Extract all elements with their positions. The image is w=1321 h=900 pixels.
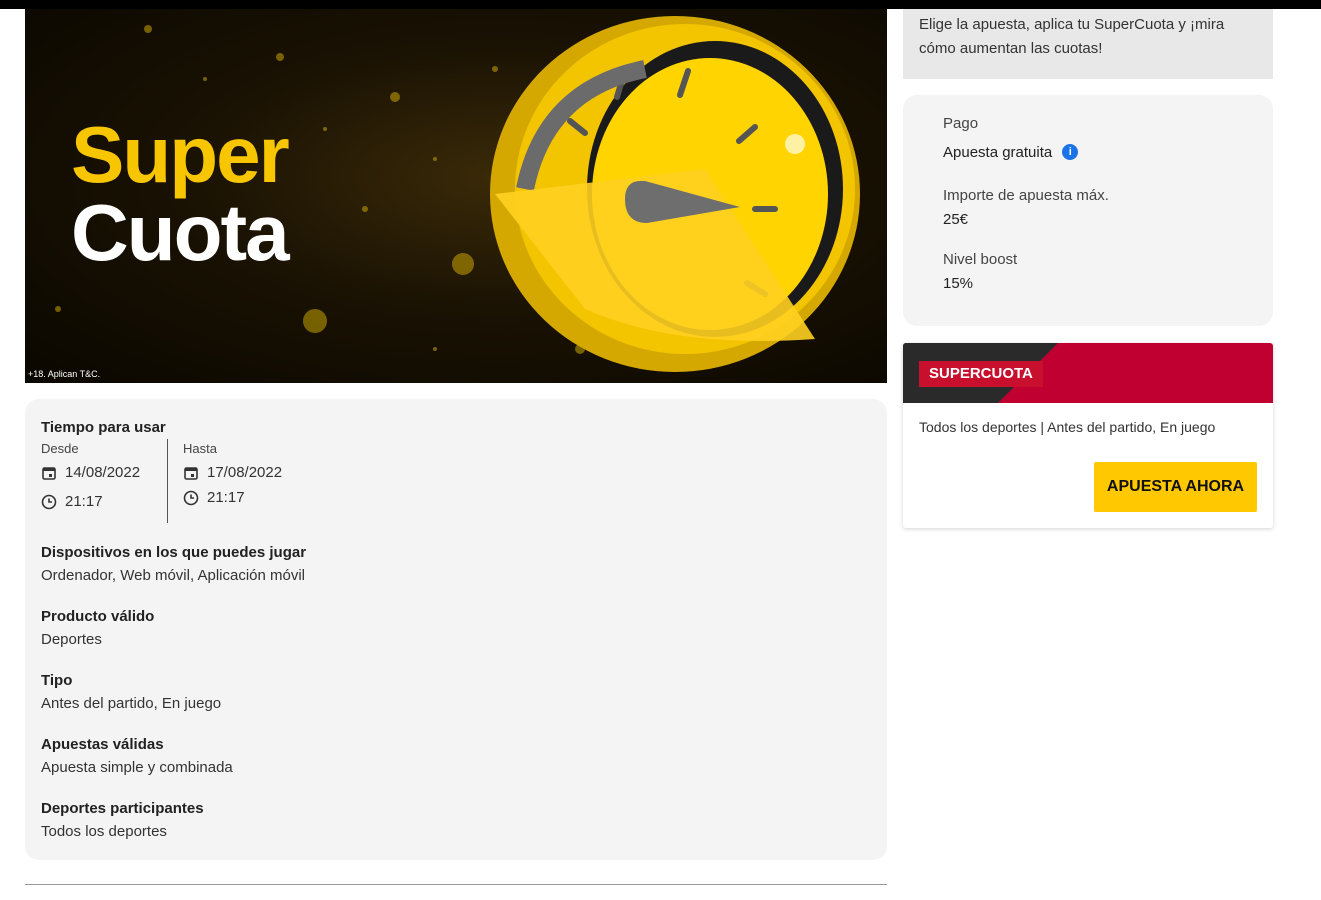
- from-date-row: 14/08/2022: [41, 464, 140, 481]
- type-section: Tipo Antes del partido, En juego: [41, 672, 221, 712]
- sports-value: Todos los deportes: [41, 823, 167, 840]
- payment-value: Apuesta gratuita: [943, 144, 1053, 161]
- product-section: Producto válido Deportes: [41, 608, 154, 648]
- bet-now-button[interactable]: APUESTA AHORA: [1094, 462, 1257, 512]
- hero-banner: Super Cuota +18. Aplican T&C.: [25, 9, 887, 383]
- from-label: Desde: [41, 441, 79, 456]
- from-time: 21:17: [65, 493, 103, 510]
- payment-label: Pago: [943, 115, 979, 132]
- to-time: 21:17: [207, 489, 245, 506]
- promo-tag: SUPERCUOTA: [919, 361, 1043, 387]
- valid-bets-label: Apuestas válidas: [41, 736, 164, 753]
- calendar-icon: [41, 465, 57, 481]
- info-icon[interactable]: i: [1062, 144, 1079, 160]
- type-label: Tipo: [41, 672, 73, 689]
- to-date-row: 17/08/2022: [183, 464, 282, 481]
- column-divider: [167, 439, 168, 523]
- type-value: Antes del partido, En juego: [41, 695, 222, 712]
- max-stake-label: Importe de apuesta máx.: [943, 187, 1109, 204]
- to-time-row: 21:17: [183, 489, 282, 506]
- bottom-divider: [25, 884, 887, 885]
- top-bar: [0, 0, 1321, 9]
- payment-row: Apuesta gratuita i: [943, 144, 1079, 161]
- product-label: Producto válido: [41, 608, 155, 625]
- from-time-row: 21:17: [41, 493, 140, 510]
- to-date: 17/08/2022: [207, 464, 283, 481]
- instruction-note: Elige la apuesta, aplica tu SuperCuota y…: [903, 9, 1273, 79]
- max-stake-value: 25€: [943, 211, 969, 228]
- valid-bets-section: Apuestas válidas Apuesta simple y combin…: [41, 736, 233, 776]
- devices-label: Dispositivos en los que puedes jugar: [41, 544, 307, 561]
- devices-section: Dispositivos en los que puedes jugar Ord…: [41, 544, 306, 584]
- promo-description: Todos los deportes | Antes del partido, …: [919, 419, 1216, 435]
- hero-title-cuota: Cuota: [71, 188, 290, 277]
- clock-icon: [183, 490, 199, 506]
- hero-disclaimer: +18. Aplican T&C.: [28, 369, 101, 379]
- hero-title-super: Super: [71, 110, 290, 199]
- product-value: Deportes: [41, 631, 102, 648]
- sports-section: Deportes participantes Todos los deporte…: [41, 800, 204, 840]
- to-label: Hasta: [183, 441, 217, 456]
- bet-info-card: Pago Apuesta gratuita i Importe de apuest…: [903, 95, 1273, 326]
- sports-label: Deportes participantes: [41, 800, 204, 817]
- to-column: Hasta 17/08/2022 21:17: [183, 441, 282, 506]
- from-date: 14/08/2022: [65, 464, 141, 481]
- calendar-icon: [183, 465, 199, 481]
- clock-icon: [41, 494, 57, 510]
- supercuota-promo-card: SUPERCUOTA Todos los deportes | Antes de…: [903, 343, 1273, 528]
- from-column: Desde 14/08/2022 21:17: [41, 441, 140, 510]
- devices-value: Ordenador, Web móvil, Aplicación móvil: [41, 567, 306, 584]
- instruction-text: Elige la apuesta, aplica tu SuperCuota y…: [919, 16, 1225, 57]
- valid-bets-value: Apuesta simple y combinada: [41, 759, 233, 776]
- boost-level-label: Nivel boost: [943, 251, 1018, 268]
- promotion-details-card: Tiempo para usar Desde 14/08/2022 21:17 …: [25, 399, 887, 860]
- boost-level-value: 15%: [943, 275, 974, 292]
- time-to-use-title: Tiempo para usar: [41, 419, 166, 436]
